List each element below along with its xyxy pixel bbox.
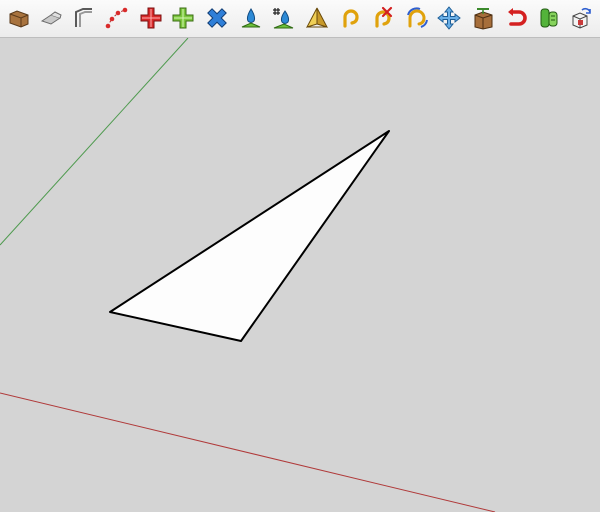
red-cross-icon <box>140 7 162 29</box>
drape-tool-button[interactable] <box>238 5 264 31</box>
magnet-undo-icon <box>508 8 527 26</box>
arc-tool-button[interactable] <box>338 5 364 31</box>
rotate-arc-tool-button[interactable] <box>404 5 430 31</box>
pyramid-icon <box>306 7 328 28</box>
blue-rotate-cross-tool-button[interactable] <box>204 5 230 31</box>
move-arrows-tool-button[interactable] <box>436 5 462 31</box>
extrude-box-icon <box>474 8 493 30</box>
red-axis-line <box>0 392 496 512</box>
follow-me-icon <box>9 10 29 28</box>
scene-canvas[interactable] <box>0 38 600 512</box>
sketchup-window <box>0 0 600 512</box>
flip-cube-tool-button[interactable] <box>568 5 594 31</box>
offset-tool-button[interactable] <box>70 5 96 31</box>
rotate-arc-icon <box>407 7 428 28</box>
extrude-box-tool-button[interactable] <box>470 5 496 31</box>
arc-delete-tool-button[interactable] <box>370 5 396 31</box>
magnet-undo-tool-button[interactable] <box>504 5 530 31</box>
red-cross-tool-button[interactable] <box>138 5 164 31</box>
drape-icon <box>241 8 261 28</box>
green-cylinder-tool-button[interactable] <box>536 5 562 31</box>
numbered-drape-tool-button[interactable] <box>270 5 296 31</box>
eraser-tool-button[interactable] <box>38 5 64 31</box>
eraser-icon <box>40 11 62 25</box>
green-cross-tool-button[interactable] <box>170 5 196 31</box>
offset-icon <box>75 8 92 27</box>
green-axis-line <box>0 38 189 246</box>
numbered-drape-icon <box>273 8 294 29</box>
move-arrows-icon <box>437 6 461 30</box>
pyramid-tool-button[interactable] <box>304 5 330 31</box>
green-cross-icon <box>172 7 194 29</box>
triangle-face[interactable] <box>109 130 390 342</box>
flip-cube-icon <box>572 7 591 29</box>
blue-rotate-cross-icon <box>207 8 227 28</box>
toolbar <box>0 0 600 38</box>
arc-delete-icon <box>375 6 393 28</box>
green-cylinder-icon <box>540 8 558 28</box>
arc-icon <box>343 9 359 28</box>
follow-me-tool-button[interactable] <box>6 5 32 31</box>
modeling-viewport[interactable] <box>0 38 600 512</box>
curve-points-tool-button[interactable] <box>104 5 130 31</box>
curve-points-icon <box>105 7 128 29</box>
